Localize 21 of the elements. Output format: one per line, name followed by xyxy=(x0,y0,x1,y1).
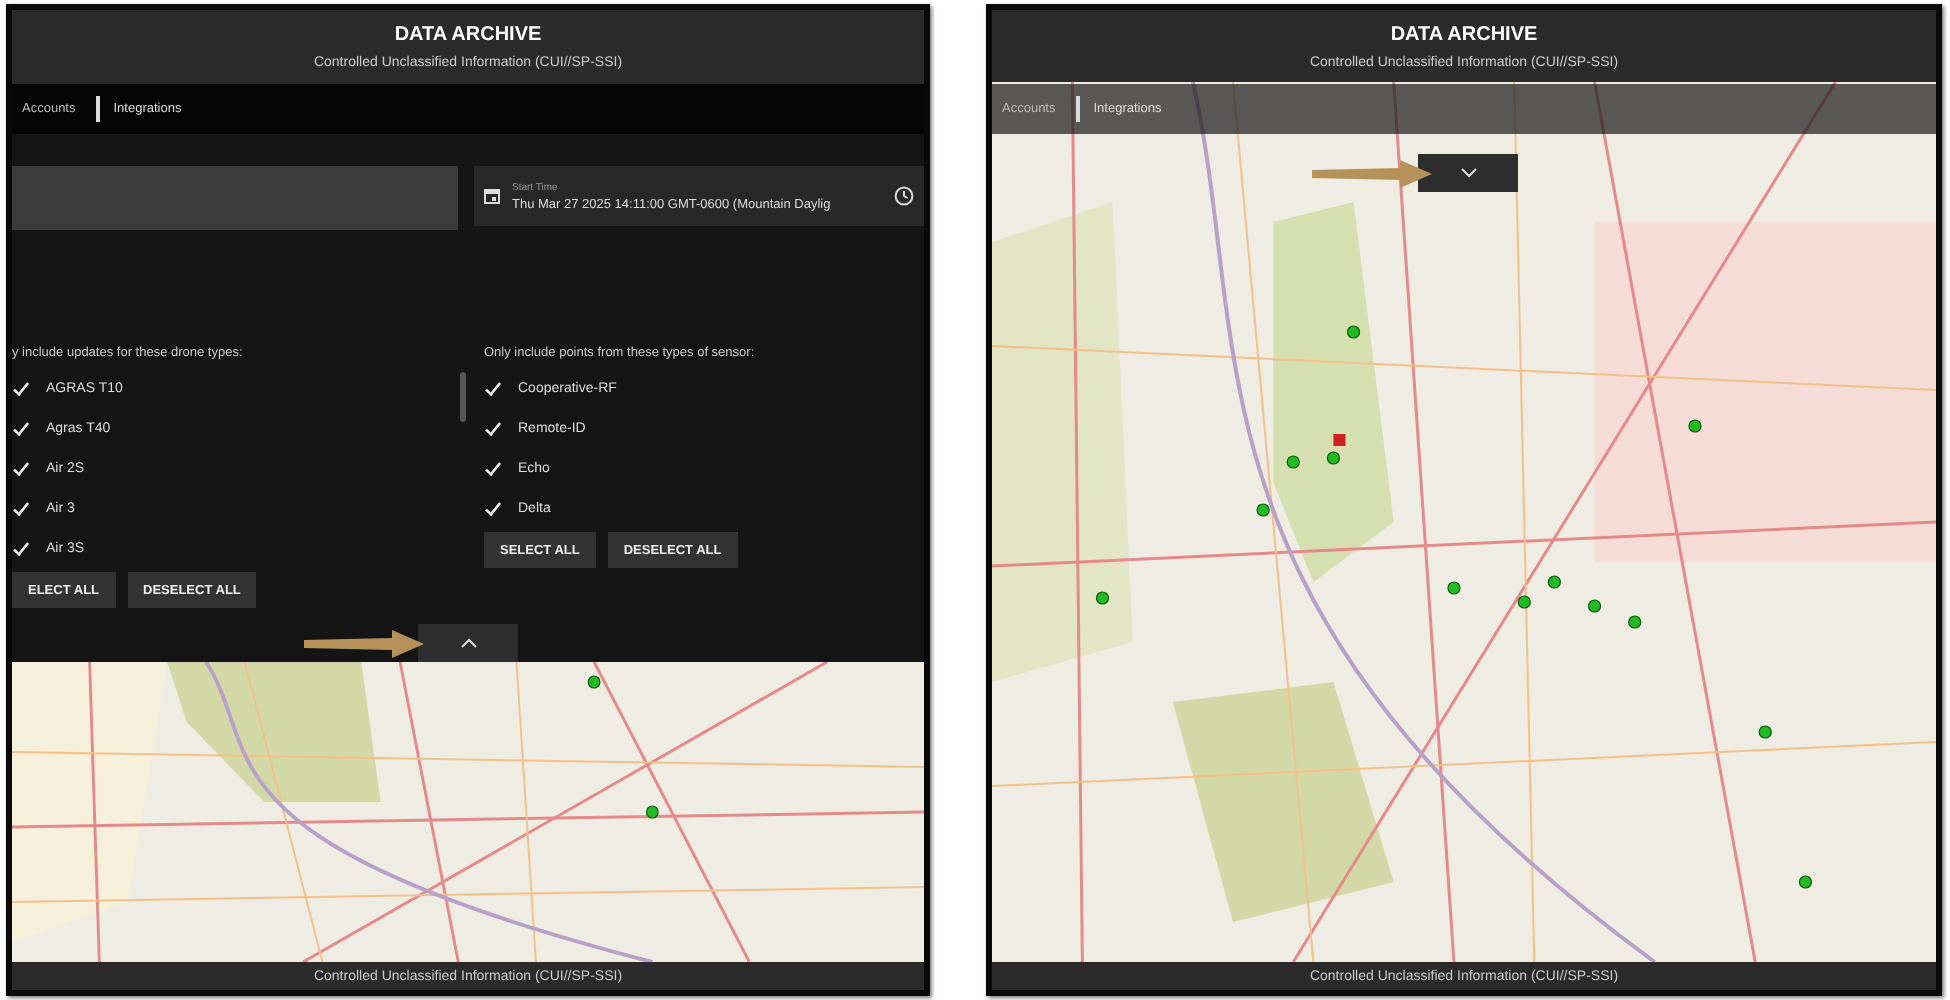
app-title: DATA ARCHIVE xyxy=(394,24,542,46)
app-title: DATA ARCHIVE xyxy=(1390,23,1538,46)
checkbox[interactable] xyxy=(12,539,30,557)
collapse-toggle[interactable] xyxy=(1418,154,1518,192)
chevron-down-icon xyxy=(1459,168,1477,178)
checkbox[interactable] xyxy=(484,499,502,517)
pointer-arrow xyxy=(1312,160,1432,188)
checkbox[interactable] xyxy=(12,459,30,477)
scrollbar[interactable] xyxy=(460,372,466,422)
checkbox[interactable] xyxy=(484,459,502,477)
pointer-arrow xyxy=(304,630,424,658)
checkbox[interactable] xyxy=(12,419,30,437)
checkbox[interactable] xyxy=(484,379,502,397)
collapse-toggle[interactable] xyxy=(418,624,518,662)
checkbox[interactable] xyxy=(12,379,30,397)
checkbox[interactable] xyxy=(12,499,30,517)
clock-icon xyxy=(894,186,914,206)
text-field[interactable] xyxy=(12,166,458,230)
checkbox[interactable] xyxy=(484,419,502,437)
calendar-icon xyxy=(483,188,500,204)
chevron-up-icon xyxy=(459,638,477,648)
